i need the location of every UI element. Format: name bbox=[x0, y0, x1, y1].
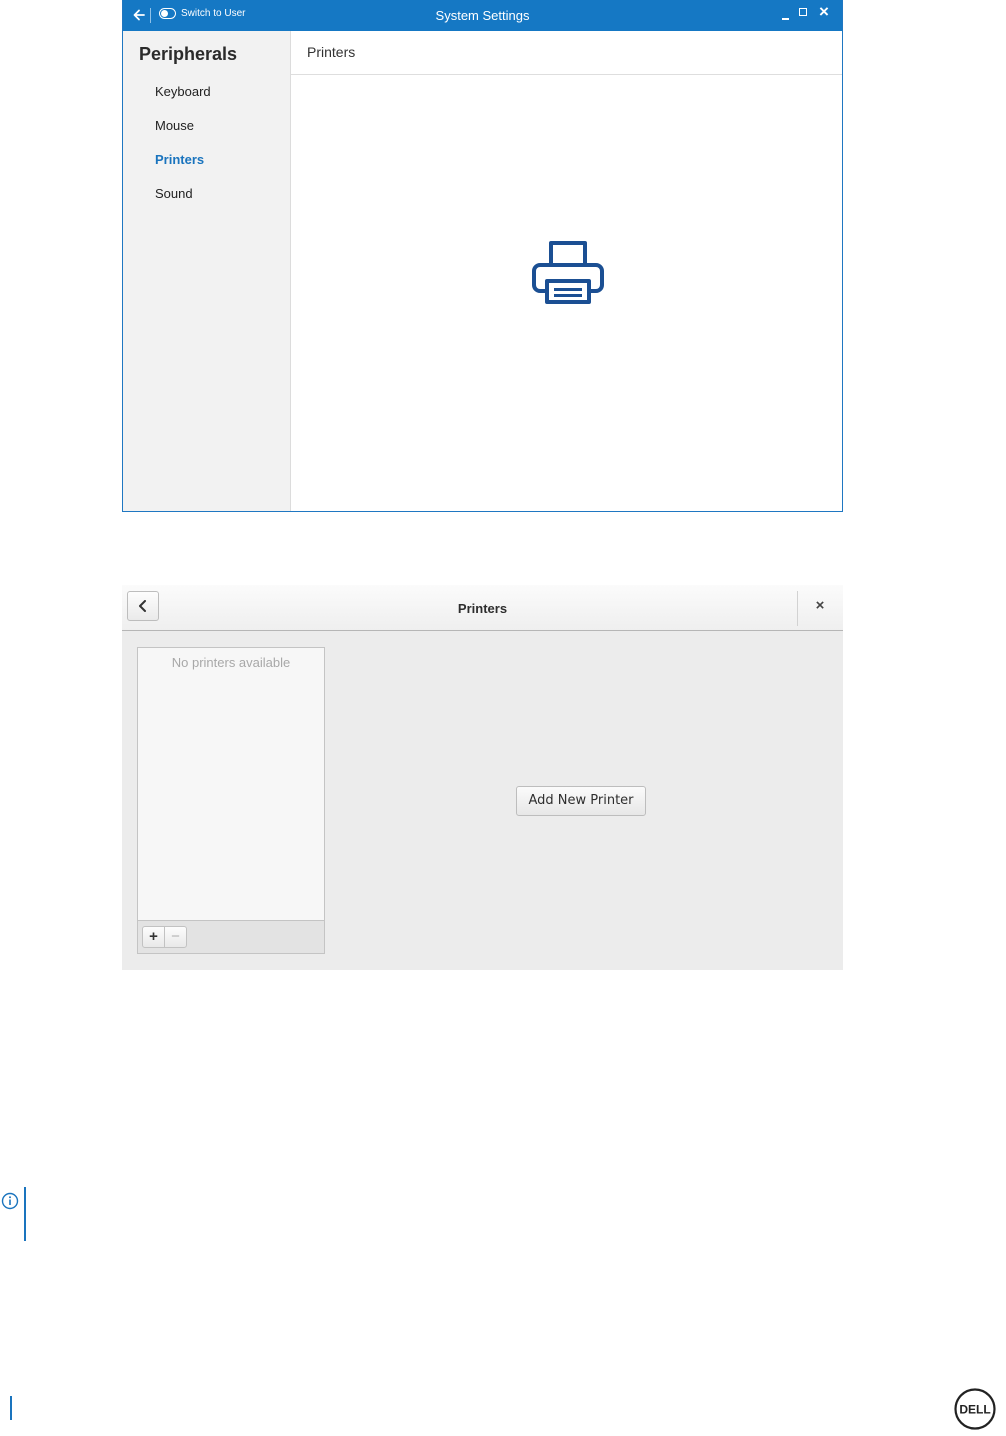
header-divider bbox=[797, 591, 798, 626]
switch-to-user-label: Switch to User bbox=[181, 8, 246, 19]
svg-text:DELL: DELL bbox=[959, 1403, 990, 1417]
back-button[interactable] bbox=[127, 591, 159, 621]
page-footer-marker bbox=[10, 1396, 12, 1420]
system-settings-window: Switch to User System Settings × Periphe… bbox=[122, 0, 843, 512]
minimize-icon bbox=[782, 18, 789, 20]
maximize-button[interactable] bbox=[796, 4, 812, 24]
minimize-button[interactable] bbox=[778, 4, 794, 24]
printer-list[interactable]: No printers available + − bbox=[137, 647, 325, 954]
sidebar-title: Peripherals bbox=[139, 44, 238, 64]
note-divider bbox=[24, 1187, 26, 1241]
empty-list-message: No printers available bbox=[171, 655, 291, 670]
content-title: Printers bbox=[307, 44, 356, 60]
chevron-left-icon bbox=[139, 600, 146, 612]
back-arrow-icon[interactable] bbox=[131, 7, 147, 23]
dialog-header-bar: Printers × bbox=[122, 585, 843, 631]
printer-icon[interactable] bbox=[531, 240, 605, 306]
add-new-printer-button[interactable]: Add New Printer bbox=[516, 786, 646, 816]
switch-to-user-toggle[interactable]: Switch to User bbox=[159, 8, 245, 19]
close-button[interactable]: × bbox=[816, 3, 832, 24]
sidebar-item-printers[interactable]: Printers bbox=[155, 152, 204, 167]
sidebar-item-keyboard[interactable]: Keyboard bbox=[155, 84, 211, 99]
content-header: Printers bbox=[291, 31, 842, 75]
dialog-title: Printers bbox=[457, 601, 508, 616]
title-bar: Switch to User System Settings × bbox=[123, 0, 842, 31]
title-bar-divider bbox=[150, 8, 151, 23]
toggle-icon bbox=[159, 8, 176, 19]
printers-dialog: Printers × No printers available + − Add… bbox=[122, 585, 843, 970]
list-toolbar: + − bbox=[138, 920, 324, 953]
dell-logo: DELL bbox=[953, 1387, 997, 1431]
sidebar-item-mouse[interactable]: Mouse bbox=[155, 118, 194, 133]
sidebar: Peripherals Keyboard Mouse Printers Soun… bbox=[123, 31, 291, 511]
info-icon bbox=[0, 1191, 20, 1211]
maximize-icon bbox=[799, 8, 807, 16]
remove-printer-button[interactable]: − bbox=[164, 926, 187, 948]
sidebar-item-sound[interactable]: Sound bbox=[155, 186, 193, 201]
dialog-close-button[interactable]: × bbox=[810, 597, 830, 617]
add-printer-plus-button[interactable]: + bbox=[142, 926, 165, 948]
